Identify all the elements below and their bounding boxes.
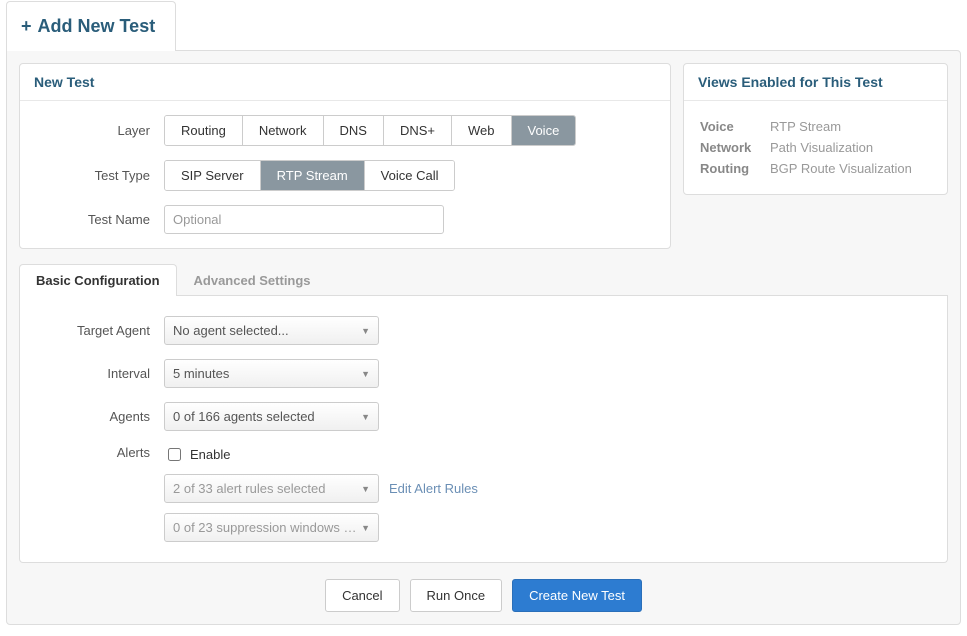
chevron-down-icon: ▼ bbox=[361, 326, 370, 336]
suppression-dropdown[interactable]: 0 of 23 suppression windows … ▼ bbox=[164, 513, 379, 542]
agents-dropdown[interactable]: 0 of 166 agents selected ▼ bbox=[164, 402, 379, 431]
views-panel: Views Enabled for This Test Voice RTP St… bbox=[683, 63, 948, 195]
edit-alert-rules-link[interactable]: Edit Alert Rules bbox=[389, 481, 478, 496]
run-once-button[interactable]: Run Once bbox=[410, 579, 503, 612]
tab-basic-configuration[interactable]: Basic Configuration bbox=[19, 264, 177, 296]
cancel-button[interactable]: Cancel bbox=[325, 579, 399, 612]
target-agent-value: No agent selected... bbox=[173, 323, 289, 338]
interval-label: Interval bbox=[34, 366, 164, 381]
plus-icon: + bbox=[21, 16, 32, 36]
views-row-network: Network Path Visualization bbox=[700, 138, 931, 157]
layer-label: Layer bbox=[34, 123, 164, 138]
test-name-label: Test Name bbox=[34, 212, 164, 227]
interval-dropdown[interactable]: 5 minutes ▼ bbox=[164, 359, 379, 388]
views-value-routing: BGP Route Visualization bbox=[770, 159, 931, 178]
add-new-test-tab[interactable]: + Add New Test bbox=[6, 1, 176, 51]
alerts-enable-label: Enable bbox=[190, 447, 230, 462]
layer-option-dns[interactable]: DNS bbox=[324, 116, 384, 145]
alerts-enable-checkbox[interactable] bbox=[168, 448, 181, 461]
header-title: Add New Test bbox=[38, 16, 156, 36]
chevron-down-icon: ▼ bbox=[361, 484, 370, 494]
alerts-label: Alerts bbox=[34, 445, 164, 460]
test-name-input[interactable] bbox=[164, 205, 444, 234]
views-label-routing: Routing bbox=[700, 159, 768, 178]
chevron-down-icon: ▼ bbox=[361, 369, 370, 379]
layer-option-network[interactable]: Network bbox=[243, 116, 324, 145]
chevron-down-icon: ▼ bbox=[361, 412, 370, 422]
footer-actions: Cancel Run Once Create New Test bbox=[19, 579, 948, 612]
views-label-voice: Voice bbox=[700, 117, 768, 136]
views-value-voice: RTP Stream bbox=[770, 117, 931, 136]
layer-option-web[interactable]: Web bbox=[452, 116, 512, 145]
suppression-value: 0 of 23 suppression windows … bbox=[173, 520, 357, 535]
test-type-label: Test Type bbox=[34, 168, 164, 183]
chevron-down-icon: ▼ bbox=[361, 523, 370, 533]
views-table: Voice RTP Stream Network Path Visualizat… bbox=[698, 115, 933, 180]
new-test-panel: New Test Layer Routing Network DNS DNS+ … bbox=[19, 63, 671, 249]
config-tabs: Basic Configuration Advanced Settings bbox=[19, 263, 948, 296]
layer-option-routing[interactable]: Routing bbox=[165, 116, 243, 145]
basic-config-panel: Target Agent No agent selected... ▼ Inte… bbox=[19, 296, 948, 563]
alert-rules-value: 2 of 33 alert rules selected bbox=[173, 481, 325, 496]
views-row-voice: Voice RTP Stream bbox=[700, 117, 931, 136]
test-type-segmented-control: SIP Server RTP Stream Voice Call bbox=[164, 160, 455, 191]
views-heading: Views Enabled for This Test bbox=[684, 64, 947, 101]
alert-rules-dropdown[interactable]: 2 of 33 alert rules selected ▼ bbox=[164, 474, 379, 503]
test-type-option-sip[interactable]: SIP Server bbox=[165, 161, 261, 190]
layer-option-voice[interactable]: Voice bbox=[512, 116, 576, 145]
test-type-option-rtp[interactable]: RTP Stream bbox=[261, 161, 365, 190]
layer-segmented-control: Routing Network DNS DNS+ Web Voice bbox=[164, 115, 576, 146]
layer-option-dnsplus[interactable]: DNS+ bbox=[384, 116, 452, 145]
tab-advanced-settings[interactable]: Advanced Settings bbox=[177, 264, 328, 296]
agents-value: 0 of 166 agents selected bbox=[173, 409, 315, 424]
views-value-network: Path Visualization bbox=[770, 138, 931, 157]
agents-label: Agents bbox=[34, 409, 164, 424]
views-row-routing: Routing BGP Route Visualization bbox=[700, 159, 931, 178]
main-content: New Test Layer Routing Network DNS DNS+ … bbox=[6, 50, 961, 625]
create-new-test-button[interactable]: Create New Test bbox=[512, 579, 642, 612]
test-type-option-voicecall[interactable]: Voice Call bbox=[365, 161, 455, 190]
views-label-network: Network bbox=[700, 138, 768, 157]
interval-value: 5 minutes bbox=[173, 366, 229, 381]
new-test-heading: New Test bbox=[20, 64, 670, 101]
target-agent-label: Target Agent bbox=[34, 323, 164, 338]
target-agent-dropdown[interactable]: No agent selected... ▼ bbox=[164, 316, 379, 345]
